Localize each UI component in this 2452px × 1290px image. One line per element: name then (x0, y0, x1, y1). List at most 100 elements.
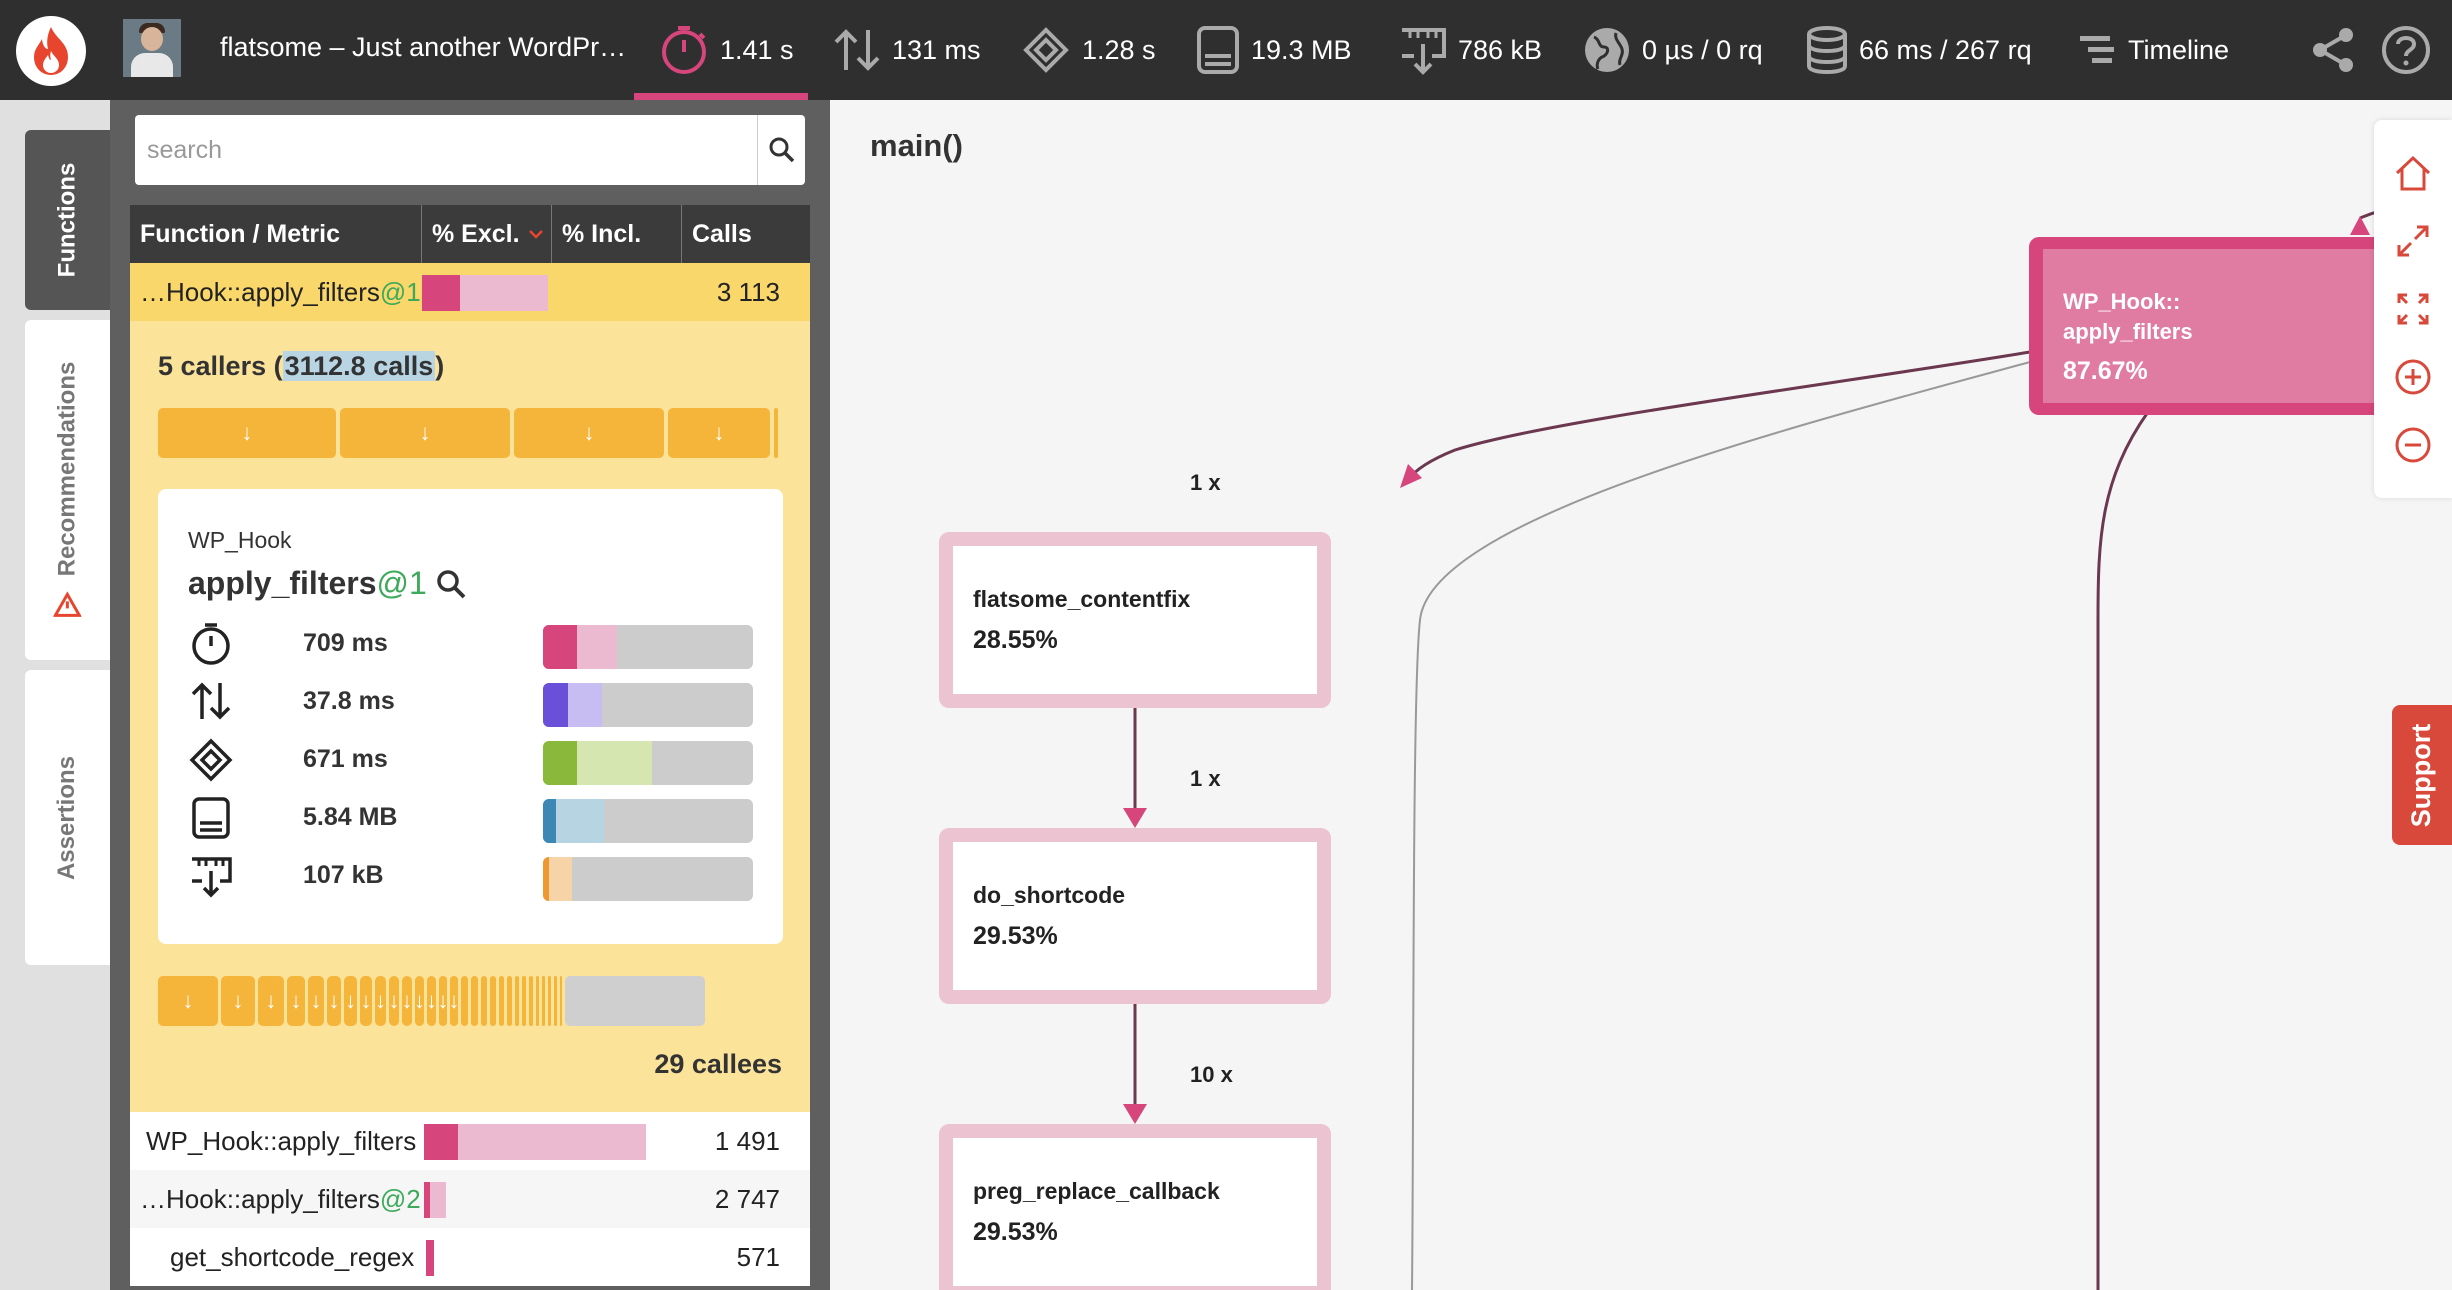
callee-segment[interactable]: ↓ (258, 976, 284, 1026)
table-header: Function / Metric % Excl. % Incl. Calls (130, 205, 810, 263)
card-metric-wall-time: 709 ms (158, 615, 783, 673)
graph-toolbar (2374, 120, 2452, 498)
io-wait-metric[interactable]: 131 ms (832, 0, 981, 100)
table-row-selected[interactable]: …Hook::apply_filters @1 3 113 (130, 263, 810, 321)
callee-segment-rest[interactable] (565, 976, 705, 1026)
zoom-out-icon[interactable] (2392, 424, 2434, 466)
function-name: …Hook::apply_filters @2 (140, 1170, 421, 1228)
table-row[interactable]: …Hook::apply_filters @2 2 747 (130, 1170, 810, 1228)
callee-segment[interactable]: ↓ (287, 976, 305, 1026)
wall-time-value: 1.41 s (720, 34, 794, 65)
callee-segment[interactable]: ↓ (344, 976, 357, 1026)
network-icon (1402, 28, 1446, 75)
column-calls[interactable]: Calls (682, 205, 810, 263)
function-name-text: WP_Hook::apply_filters (146, 1125, 417, 1156)
external-http-metric[interactable]: 0 µs / 0 rq (1582, 0, 1763, 100)
search-input[interactable] (135, 115, 755, 185)
graph-node-flatsome-contentfix[interactable]: flatsome_contentfix 28.55% (939, 532, 1331, 708)
graph-node-do-shortcode[interactable]: do_shortcode 29.53% (939, 828, 1331, 1004)
card-metric-network: 107 kB (158, 847, 783, 905)
io-wait-value: 131 ms (892, 34, 981, 65)
timeline-tab[interactable]: Timeline (2078, 0, 2229, 100)
support-button[interactable]: Support (2392, 705, 2452, 845)
network-metric[interactable]: 786 kB (1398, 0, 1542, 100)
callee-segment[interactable] (490, 976, 496, 1026)
graph-node-preg-replace-callback[interactable]: preg_replace_callback 29.53% (939, 1124, 1331, 1290)
sql-metric[interactable]: 66 ms / 267 rq (1805, 0, 2032, 100)
function-name: …Hook::apply_filters @1 (140, 263, 421, 321)
call-graph[interactable]: main() WP_Hook:: apply_filters 87.67% fla… (830, 100, 2452, 1290)
graph-title: main() (870, 128, 963, 163)
help-icon[interactable] (2380, 24, 2432, 81)
caller-segment[interactable]: ↓ (340, 408, 510, 458)
memory-metric[interactable]: 19.3 MB (1195, 0, 1352, 100)
function-card: WP_Hook apply_filters@1 709 ms 37.8 ms (158, 489, 783, 944)
search-box (135, 115, 805, 185)
fit-screen-icon[interactable] (2392, 288, 2434, 330)
blackfire-logo-icon[interactable] (16, 16, 86, 86)
tab-recommendations[interactable]: Recommendations (25, 320, 110, 660)
metric-value: 37.8 ms (303, 687, 395, 715)
callee-segment[interactable] (499, 976, 504, 1026)
callee-segment[interactable] (529, 976, 533, 1026)
profile-title[interactable]: flatsome – Just another WordPr… (220, 32, 626, 63)
callee-segment[interactable] (560, 976, 562, 1026)
share-icon[interactable] (2310, 26, 2356, 79)
expand-icon[interactable] (2392, 220, 2434, 262)
callee-segment[interactable] (554, 976, 557, 1026)
callee-segment[interactable]: ↓ (438, 976, 449, 1026)
home-icon[interactable] (2392, 152, 2434, 194)
callee-segment[interactable]: ↓ (449, 976, 460, 1026)
callee-segment[interactable]: ↓ (158, 976, 218, 1026)
search-icon[interactable] (435, 568, 467, 600)
tab-assertions[interactable]: Assertions (25, 670, 110, 965)
callee-segment[interactable]: ↓ (360, 976, 372, 1026)
callee-segment[interactable] (548, 976, 551, 1026)
cpu-metric[interactable]: 1.28 s (1020, 0, 1156, 100)
avatar[interactable] (123, 19, 181, 77)
column-excl[interactable]: % Excl. (422, 205, 552, 263)
callee-segment[interactable]: ↓ (221, 976, 255, 1026)
function-name-text: …Hook::apply_filters (140, 1183, 380, 1214)
io-arrows-icon (834, 29, 880, 71)
callee-segment[interactable]: ↓ (414, 976, 425, 1026)
callee-segment[interactable]: ↓ (327, 976, 341, 1026)
search-icon[interactable] (757, 115, 806, 185)
callee-segment[interactable]: ↓ (308, 976, 324, 1026)
callers-label: 5 callers (3112.8 calls) (158, 351, 444, 382)
column-function[interactable]: Function / Metric (130, 205, 422, 263)
callers-count: 5 callers ( (158, 351, 283, 381)
tab-functions[interactable]: Functions (25, 130, 110, 310)
card-function-suffix: @1 (376, 565, 427, 601)
callee-segment[interactable]: ↓ (375, 976, 386, 1026)
top-bar: flatsome – Just another WordPr… 1.41 s 1… (0, 0, 2452, 100)
callee-segment[interactable] (461, 976, 468, 1026)
function-suffix: @1 (379, 276, 421, 307)
memory-icon (188, 795, 234, 846)
callee-segment[interactable] (515, 976, 519, 1026)
caller-segment[interactable]: ↓ (668, 408, 770, 458)
callee-segment[interactable]: ↓ (426, 976, 437, 1026)
callee-segment[interactable] (481, 976, 487, 1026)
card-metric-memory: 5.84 MB (158, 789, 783, 847)
callee-segment[interactable] (542, 976, 545, 1026)
callee-segment[interactable]: ↓ (389, 976, 400, 1026)
caller-segment[interactable] (774, 408, 778, 458)
incl-bar (460, 275, 548, 311)
table-row[interactable]: get_shortcode_regex 571 (130, 1228, 810, 1286)
callee-segment[interactable] (536, 976, 539, 1026)
callee-segment[interactable] (507, 976, 512, 1026)
table-row[interactable]: WP_Hook::apply_filters 1 491 (130, 1112, 810, 1170)
caller-segment[interactable]: ↓ (514, 408, 664, 458)
metric-value: 671 ms (303, 745, 388, 773)
function-name-text: …Hook::apply_filters (140, 276, 380, 307)
column-incl[interactable]: % Incl. (552, 205, 682, 263)
zoom-in-icon[interactable] (2392, 356, 2434, 398)
caller-segment[interactable]: ↓ (158, 408, 336, 458)
wall-time-metric[interactable]: 1.41 s (634, 0, 804, 100)
callee-segment[interactable] (471, 976, 478, 1026)
callee-segment[interactable] (522, 976, 526, 1026)
callee-segment[interactable]: ↓ (402, 976, 413, 1026)
calls-count: 3 113 (716, 276, 780, 307)
metric-value: 107 kB (303, 861, 384, 889)
